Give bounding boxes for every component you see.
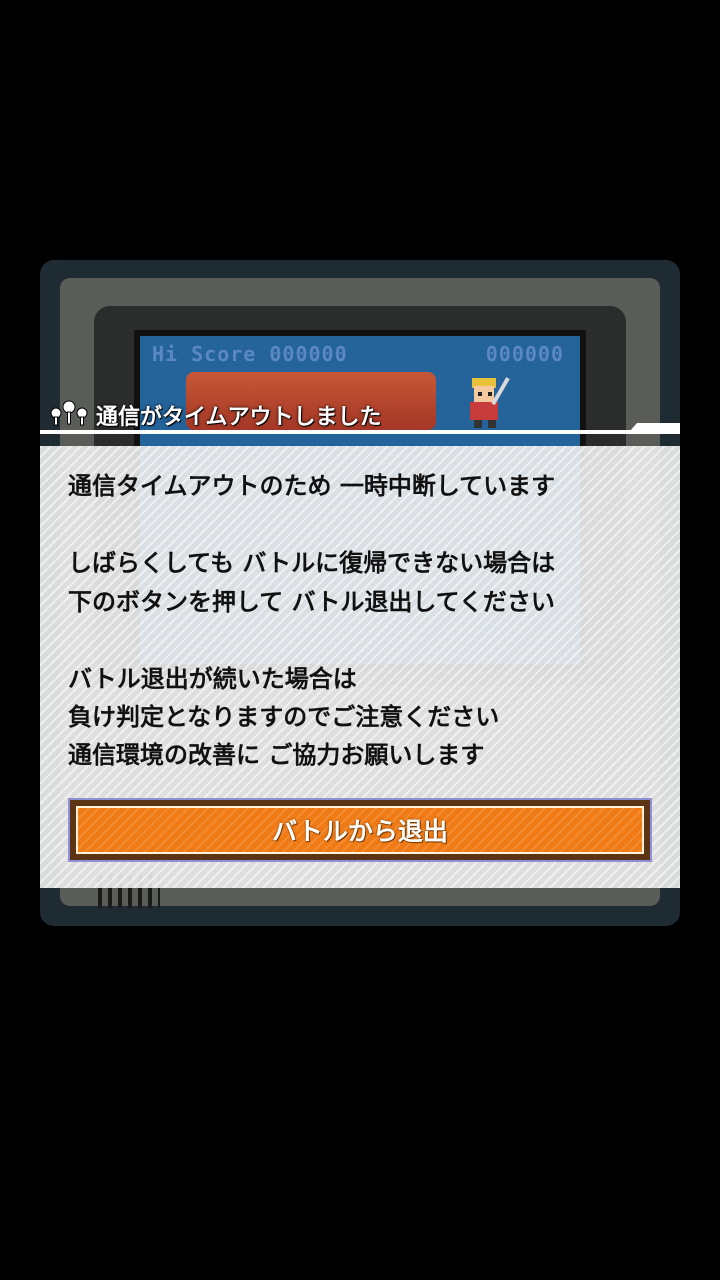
exit-battle-button-label: バトルから退出 (272, 817, 448, 846)
message-line: バトル退出が続いた場合は (68, 665, 357, 693)
title-divider-tab (630, 423, 680, 431)
dialog-title-bar: 通信がタイムアウトしました (40, 394, 680, 434)
message-line: しばらくしても バトルに復帰できない場合は (68, 549, 556, 577)
message-line: 負け判定となりますのでご注意ください (68, 703, 500, 731)
message-line: 通信タイムアウトのため 一時中断しています (68, 472, 556, 500)
title-divider (40, 430, 680, 434)
screen: Hi Score 000000 000000 通信がタイムアウトしました 通信タ… (0, 0, 720, 1280)
message-line: 下のボタンを押して バトル退出してください (68, 588, 555, 616)
exit-battle-button[interactable]: バトルから退出 (68, 798, 652, 862)
exit-battle-button-face[interactable]: バトルから退出 (76, 806, 644, 854)
dialog-title: 通信がタイムアウトしました (96, 405, 382, 430)
hi-score-label: Hi Score 000000 (152, 342, 348, 366)
message-line: 通信環境の改善に ご協力お願いします (68, 741, 485, 769)
network-nodes-icon (50, 400, 88, 426)
current-score: 000000 (485, 342, 564, 366)
